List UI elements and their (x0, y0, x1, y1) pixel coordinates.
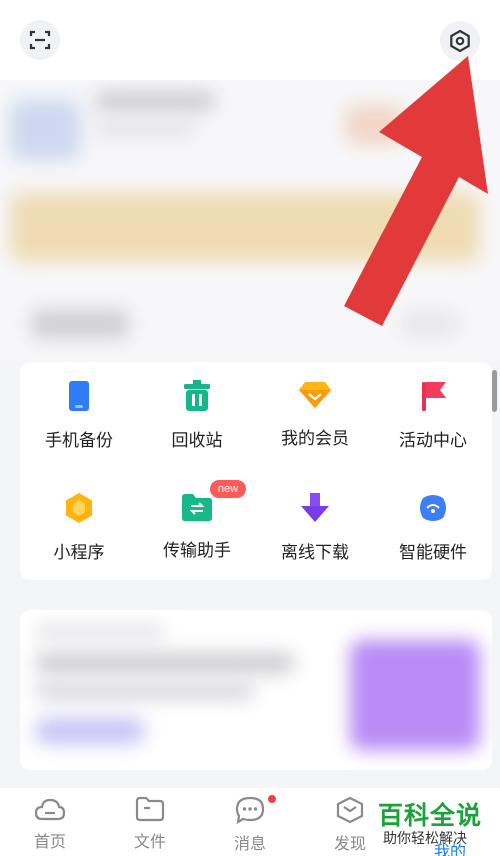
grid-item-activity-center[interactable]: 活动中心 (374, 362, 492, 450)
message-unread-dot (268, 795, 276, 803)
nav-item-home[interactable]: 首页 (0, 796, 100, 856)
grid-item-smart-hardware[interactable]: 智能硬件 (374, 474, 492, 562)
chat-bubble-icon (235, 796, 265, 824)
hexagon-icon (62, 492, 96, 524)
watermark-subtitle: 助你轻松解决 (383, 830, 467, 846)
grid-label: 回收站 (171, 431, 223, 450)
grid-label: 我的会员 (281, 429, 349, 448)
blurred-banner-heading (35, 625, 165, 639)
transfer-folder-icon (180, 492, 214, 522)
diamond-icon (298, 380, 332, 410)
grid-label: 小程序 (53, 543, 105, 562)
new-badge: new (210, 480, 246, 498)
blurred-banner-button (35, 718, 145, 744)
watermark-title: 百科全说 (378, 802, 483, 830)
flag-icon (416, 380, 450, 412)
smart-device-icon (416, 492, 450, 524)
grid-item-my-membership[interactable]: 我的会员 (256, 362, 374, 448)
folder-icon (135, 796, 165, 822)
nav-label: 发现 (333, 836, 366, 853)
grid-item-offline-download[interactable]: 离线下载 (256, 474, 374, 562)
blurred-banner-line2 (35, 682, 255, 700)
grid-label: 传输助手 (163, 541, 231, 560)
nav-item-files[interactable]: 文件 (100, 796, 200, 856)
nav-label: 消息 (233, 836, 266, 853)
grid-label: 活动中心 (399, 431, 467, 450)
blurred-banner-line1 (35, 652, 295, 674)
grid-item-recycle-bin[interactable]: 回收站 (138, 362, 256, 450)
cloud-icon (34, 798, 66, 821)
grid-label: 手机备份 (45, 431, 113, 450)
grid-label: 智能硬件 (399, 543, 467, 562)
nav-label: 首页 (33, 834, 66, 851)
phone-backup-icon (62, 380, 96, 412)
discover-box-icon (336, 796, 364, 824)
nav-label: 文件 (133, 834, 166, 851)
grid-label: 离线下载 (281, 543, 349, 562)
blurred-banner-image (350, 640, 480, 750)
nav-item-messages[interactable]: 消息 (200, 796, 300, 856)
trash-icon (180, 380, 214, 412)
grid-item-mini-program[interactable]: 小程序 (20, 474, 138, 562)
scrollbar[interactable] (492, 370, 497, 412)
download-arrow-icon (298, 492, 332, 524)
blurred-promo-banner (20, 610, 492, 770)
grid-item-phone-backup[interactable]: 手机备份 (20, 362, 138, 450)
